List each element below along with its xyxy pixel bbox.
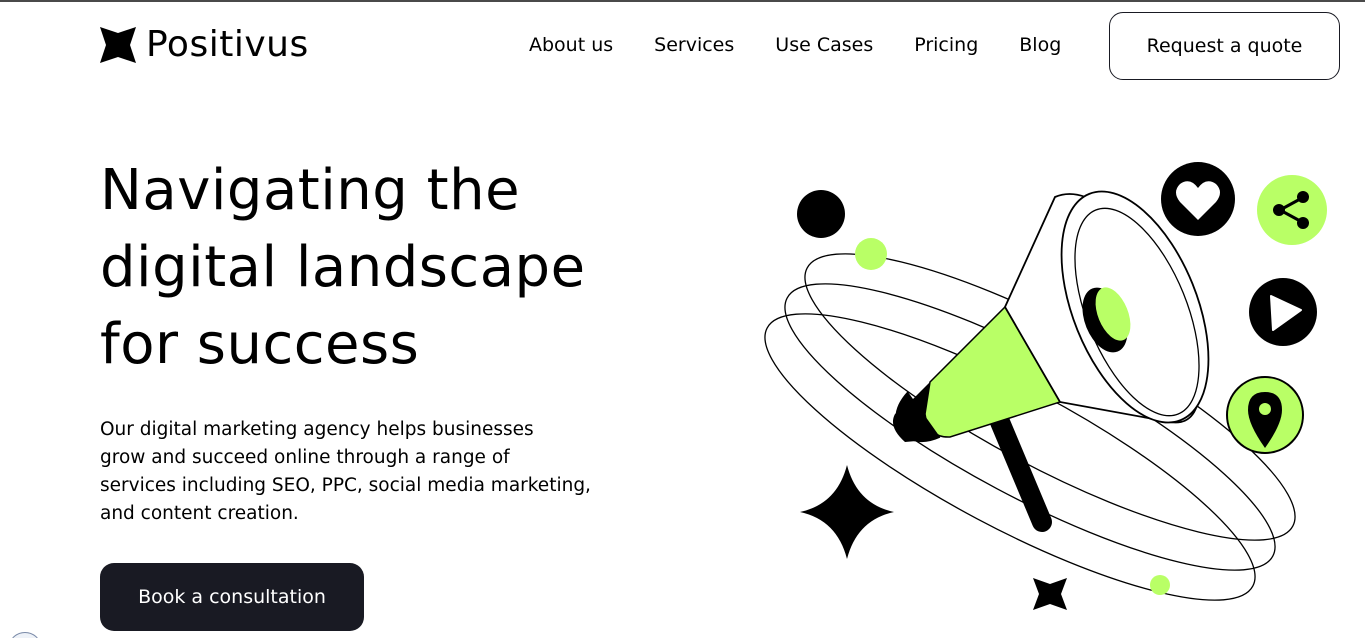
hero-title-line: Navigating the [100,158,521,223]
nav-about-us[interactable]: About us [529,32,613,58]
dot-green [855,238,887,270]
site-header: Positivus About us Services Use Cases Pr… [0,2,1365,88]
dot-green [1150,575,1170,595]
hero-description: Our digital marketing agency helps busin… [100,416,620,528]
nav-use-cases[interactable]: Use Cases [775,32,873,58]
logo-star-icon [100,27,136,63]
location-pin-icon [1226,376,1304,454]
request-quote-button[interactable]: Request a quote [1109,12,1340,80]
sparkle-star-icon [800,465,894,559]
hero-title-line: digital landscape [100,235,586,300]
heart-icon [1161,162,1235,236]
hero-description-line: Our digital marketing agency helps busin… [100,419,534,440]
nav-services[interactable]: Services [654,32,734,58]
hero-description-line: services including SEO, PPC, social medi… [100,475,591,496]
hero-title: Navigating the digital landscape for suc… [100,152,660,383]
main-nav: About us Services Use Cases Pricing Blog [529,32,1061,58]
hero-title-line: for success [100,312,420,377]
small-star-icon [1033,578,1067,610]
play-icon [1249,278,1317,346]
brand-name: Positivus [146,24,309,65]
share-icon [1257,175,1327,245]
book-consultation-button[interactable]: Book a consultation [100,563,364,631]
hero-description-line: grow and succeed online through a range … [100,447,510,468]
nav-pricing[interactable]: Pricing [914,32,978,58]
hero-description-line: and content creation. [100,503,299,524]
brand-logo[interactable]: Positivus [100,24,309,66]
dot-black [797,190,845,238]
nav-blog[interactable]: Blog [1019,32,1061,58]
megaphone-illustration [764,162,1327,610]
